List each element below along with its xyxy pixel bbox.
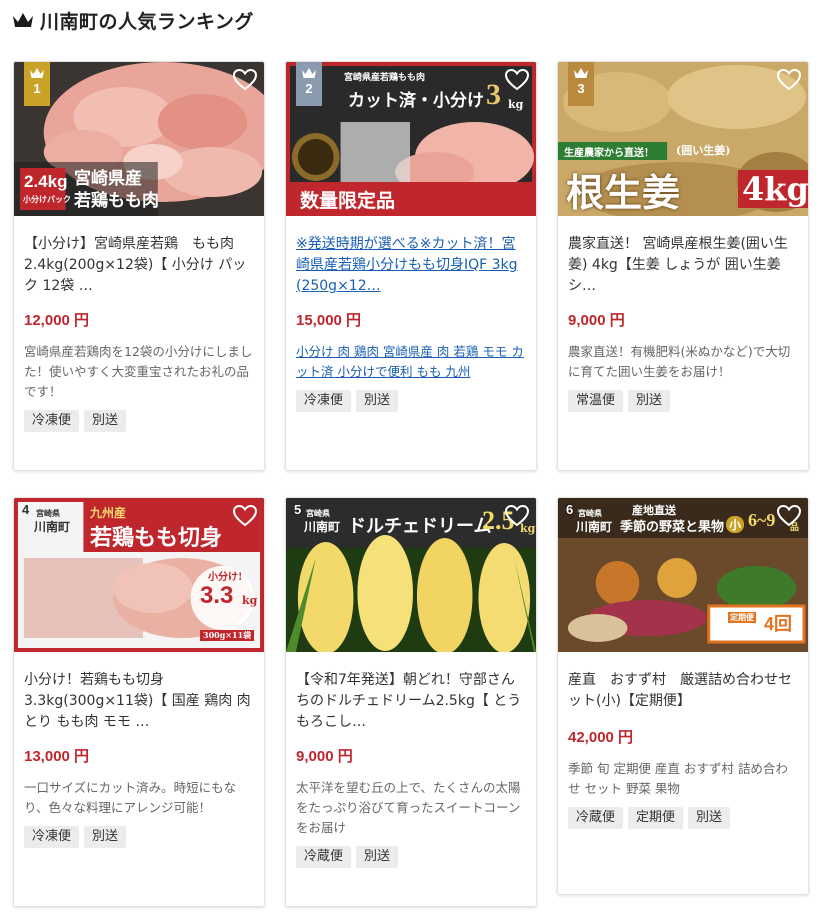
favorite-heart-icon[interactable] — [504, 504, 530, 528]
rank-number: 5 — [294, 502, 302, 517]
product-price: 42,000 円 — [568, 729, 634, 746]
product-name[interactable]: 農家直送！ 宮崎県産根生姜(囲い生姜) 4kg【生姜 しょうが 囲い生姜 シ… — [568, 234, 798, 297]
product-image[interactable]: 1 2.4kg 小分けパック 宮崎県産 若鶏もも肉 — [14, 62, 264, 216]
crown-icon — [574, 68, 588, 78]
favorite-heart-icon[interactable] — [232, 68, 258, 92]
product-keywords-link[interactable]: 小分け 肉 鶏肉 宮崎県産 肉 若鶏 モモ カット済 小分けで便利 もも 九州 — [296, 342, 526, 382]
image-caption: ドルチェドリーム — [348, 516, 492, 537]
product-description: 農家直送！有機肥料(米ぬかなど)で大切に育てた囲い生姜をお届け！ — [568, 344, 791, 379]
product-image[interactable]: 4 宮崎県 川南町 九州産 若鶏もも切身 小分け! 3.3 kg 300g×11… — [14, 498, 264, 652]
image-caption: kg — [242, 594, 258, 607]
tag-separate: 別送 — [628, 390, 671, 412]
product-price: 9,000 円 — [296, 748, 353, 765]
product-card-5[interactable]: 5 宮崎県 川南町 ドルチェドリーム 2.5 kg 【令和7年発送】朝どれ！守部… — [285, 497, 537, 907]
product-name[interactable]: 【令和7年発送】朝どれ！守部さんちのドルチェドリーム2.5kg【 とうもろこし… — [296, 670, 526, 733]
image-caption: kg — [508, 98, 524, 111]
product-image[interactable]: 5 宮崎県 川南町 ドルチェドリーム 2.5 kg — [286, 498, 536, 652]
tag-shipping: 冷凍便 — [24, 410, 80, 432]
product-tags: 常温便 別送 — [568, 390, 798, 412]
image-caption: 小 — [726, 516, 745, 533]
image-caption: 川南町 — [304, 520, 341, 534]
product-image[interactable]: 6 宮崎県 川南町 産地直送 季節の野菜と果物 小 6~9 品 定期便 4回 — [558, 498, 808, 652]
product-description: 一口サイズにカット済み。時短にもなり、色々な料理にアレンジ可能！ — [24, 780, 237, 815]
product-tags: 冷凍便 別送 — [24, 410, 254, 432]
product-card-2[interactable]: 2 宮崎県産若鶏もも肉 カット済・小分け 3 kg 数量限定品 ※発送時期が選べ… — [285, 61, 537, 471]
product-tags: 冷蔵便 定期便 別送 — [568, 807, 798, 829]
tag-shipping: 常温便 — [568, 390, 624, 412]
tag-separate: 別送 — [84, 410, 127, 432]
tag-shipping: 冷蔵便 — [568, 807, 624, 829]
product-name-link[interactable]: ※発送時期が選べる※カット済！宮崎県産若鶏小分けもも切身IQF 3kg (250… — [296, 234, 526, 297]
rank-number: 2 — [305, 81, 313, 96]
favorite-heart-icon[interactable] — [504, 68, 530, 92]
rank-badge: 1 — [24, 62, 50, 106]
crown-icon — [30, 68, 44, 78]
rank-badge: 3 — [568, 62, 594, 106]
product-tags: 冷凍便 別送 — [296, 390, 526, 412]
tag-shipping: 冷凍便 — [24, 826, 80, 848]
tag-separate: 別送 — [688, 807, 731, 829]
product-name[interactable]: 小分け！若鶏もも切身 3.3kg(300g×11袋)【 国産 鶏肉 肉 とり も… — [24, 670, 254, 733]
product-description: 太平洋を望む丘の上で、たくさんの太陽をたっぷり浴びて育ったスイートコーンをお届け — [296, 780, 521, 835]
image-caption: 宮崎県産若鶏もも肉 — [344, 73, 426, 83]
image-caption: (囲い生姜) — [676, 144, 731, 157]
product-image[interactable]: 3 生産農家から直送！ (囲い生姜) 根生姜 4kg — [558, 62, 808, 216]
tag-separate: 別送 — [356, 846, 399, 868]
image-caption: 6~9 — [748, 510, 776, 530]
product-card-1[interactable]: 1 2.4kg 小分けパック 宮崎県産 若鶏もも肉 【小分け】宮崎県産若鶏 もも… — [13, 61, 265, 471]
product-price: 13,000 円 — [24, 748, 90, 765]
crown-icon — [302, 68, 316, 78]
image-caption: 九州産 — [90, 506, 127, 520]
product-description: 季節 旬 定期便 産直 おすず村 詰め合わせ セット 野菜 果物 — [568, 761, 788, 796]
image-caption: 根生姜 — [566, 170, 681, 215]
image-caption: 300g×11袋 — [200, 630, 255, 641]
product-price: 9,000 円 — [568, 312, 625, 329]
ranking-title: 川南町の人気ランキング — [40, 10, 254, 33]
tag-shipping: 冷蔵便 — [296, 846, 352, 868]
image-caption: 若鶏もも切身 — [90, 525, 223, 551]
image-caption: 2.4kg — [24, 172, 68, 191]
ranking-header: 川南町の人気ランキング — [12, 6, 254, 34]
crown-icon — [13, 13, 33, 27]
tag-shipping: 冷凍便 — [296, 390, 352, 412]
rank-number: 4 — [22, 502, 30, 517]
image-caption: 3 — [486, 78, 501, 111]
product-description: 宮崎県産若鶏肉を12袋の小分けにしました！使いやすく大変重宝されたお礼の品です！ — [24, 344, 253, 399]
product-image[interactable]: 2 宮崎県産若鶏もも肉 カット済・小分け 3 kg 数量限定品 — [286, 62, 536, 216]
image-caption: 若鶏もも肉 — [74, 191, 159, 211]
product-price: 12,000 円 — [24, 312, 90, 329]
image-caption: カット済・小分け — [348, 91, 484, 111]
image-caption: 川南町 — [34, 520, 71, 534]
product-name[interactable]: 【小分け】宮崎県産若鶏 もも肉2.4kg(200g×12袋)【 小分け パック … — [24, 234, 254, 297]
image-caption: 季節の野菜と果物 — [620, 520, 725, 535]
product-tags: 冷蔵便 別送 — [296, 846, 526, 868]
image-caption: 数量限定品 — [300, 191, 396, 212]
product-card-6[interactable]: 6 宮崎県 川南町 産地直送 季節の野菜と果物 小 6~9 品 定期便 4回 産… — [557, 497, 809, 895]
product-tags: 冷凍便 別送 — [24, 826, 254, 848]
image-caption: 川南町 — [576, 520, 613, 534]
image-caption: 生産農家から直送！ — [564, 148, 654, 159]
favorite-heart-icon[interactable] — [776, 504, 802, 528]
rank-number: 6 — [566, 502, 574, 517]
image-caption: 小分けパック — [23, 194, 71, 204]
image-caption: 3.3 — [200, 582, 234, 609]
product-card-3[interactable]: 3 生産農家から直送！ (囲い生姜) 根生姜 4kg 農家直送！ 宮崎県産根生姜… — [557, 61, 809, 471]
product-price: 15,000 円 — [296, 312, 362, 329]
image-caption: 小分け! — [208, 572, 243, 583]
favorite-heart-icon[interactable] — [232, 504, 258, 528]
tag-subscription: 定期便 — [628, 807, 684, 829]
product-card-4[interactable]: 4 宮崎県 川南町 九州産 若鶏もも切身 小分け! 3.3 kg 300g×11… — [13, 497, 265, 907]
rank-number: 1 — [33, 81, 41, 96]
rank-badge: 2 — [296, 62, 322, 106]
image-caption: 定期便 — [728, 612, 756, 623]
image-caption: 4回 — [764, 614, 793, 634]
tag-separate: 別送 — [84, 826, 127, 848]
favorite-heart-icon[interactable] — [776, 68, 802, 92]
tag-separate: 別送 — [356, 390, 399, 412]
product-name[interactable]: 産直 おすず村 厳選詰め合わせセット(小)【定期便】 — [568, 670, 798, 714]
rank-number: 3 — [577, 81, 585, 96]
image-caption: 4kg — [738, 170, 808, 208]
